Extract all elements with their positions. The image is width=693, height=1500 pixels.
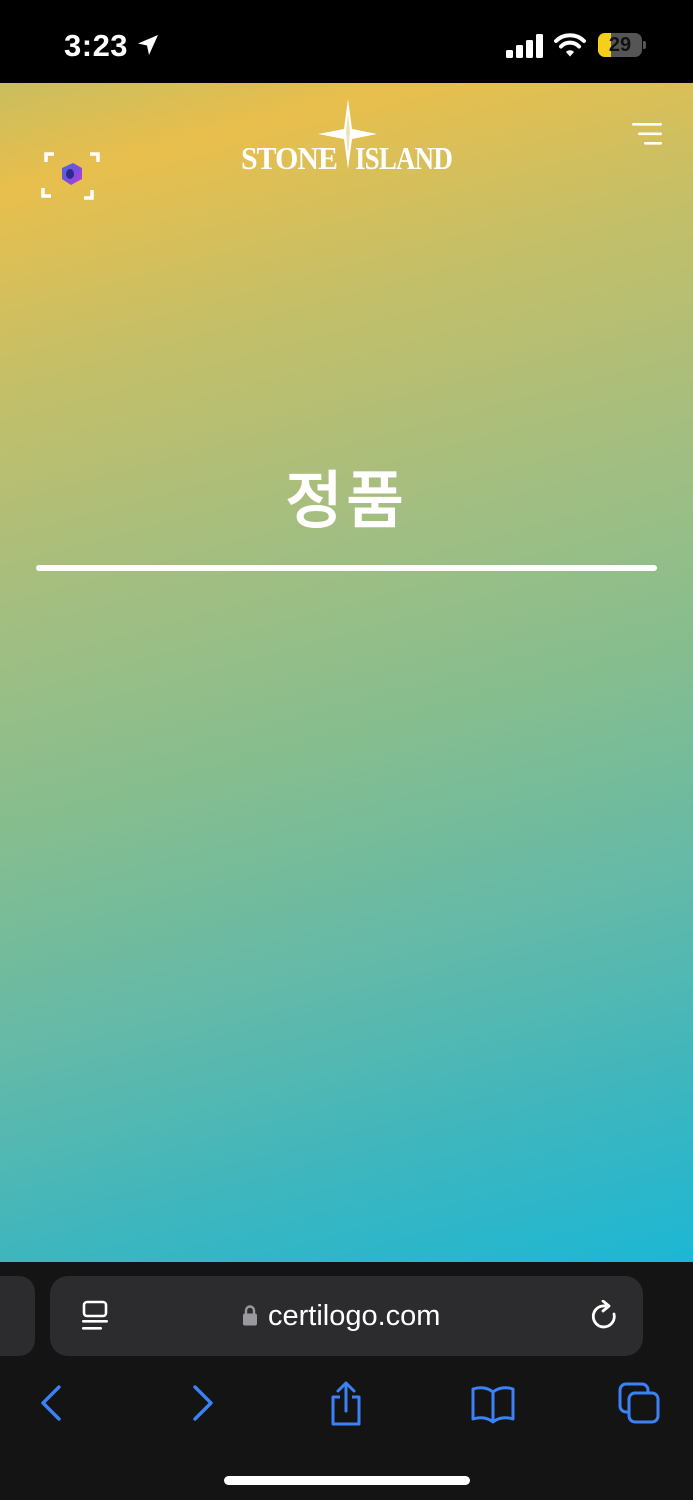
home-indicator[interactable] bbox=[224, 1476, 470, 1485]
chevron-left-icon[interactable] bbox=[28, 1380, 76, 1428]
title-divider bbox=[36, 565, 657, 571]
stone-island-logo[interactable]: STONE ISLAND bbox=[238, 99, 458, 179]
logo-text-right: ISLAND bbox=[355, 140, 452, 176]
scan-icon[interactable] bbox=[40, 146, 102, 204]
bookmarks-icon[interactable] bbox=[469, 1380, 517, 1428]
share-icon[interactable] bbox=[322, 1380, 370, 1428]
location-arrow-icon bbox=[138, 35, 158, 55]
battery-cap bbox=[643, 41, 646, 49]
reload-icon[interactable] bbox=[590, 1300, 620, 1332]
url-text: certilogo.com bbox=[268, 1300, 441, 1332]
battery-level: 29 bbox=[608, 34, 632, 56]
cellular-signal-icon bbox=[506, 34, 543, 58]
tabs-icon[interactable] bbox=[615, 1380, 663, 1428]
previous-tab-stub[interactable] bbox=[0, 1276, 35, 1356]
reader-view-icon[interactable] bbox=[80, 1300, 110, 1334]
status-time: 3:23 bbox=[64, 28, 129, 63]
battery-icon: 29 bbox=[598, 33, 642, 57]
hamburger-menu-icon[interactable] bbox=[630, 121, 664, 147]
wifi-icon bbox=[554, 33, 586, 57]
logo-text-left: STONE bbox=[241, 140, 337, 176]
chevron-right-icon[interactable] bbox=[178, 1380, 226, 1428]
status-bar: 3:23 29 bbox=[0, 0, 693, 83]
lock-icon bbox=[243, 1305, 257, 1326]
address-bar[interactable]: certilogo.com bbox=[50, 1276, 643, 1356]
page-title: 정품 bbox=[285, 464, 408, 537]
webview: STONE ISLAND 정품 bbox=[0, 83, 693, 1262]
browser-chrome: certilogo.com bbox=[0, 1262, 693, 1500]
